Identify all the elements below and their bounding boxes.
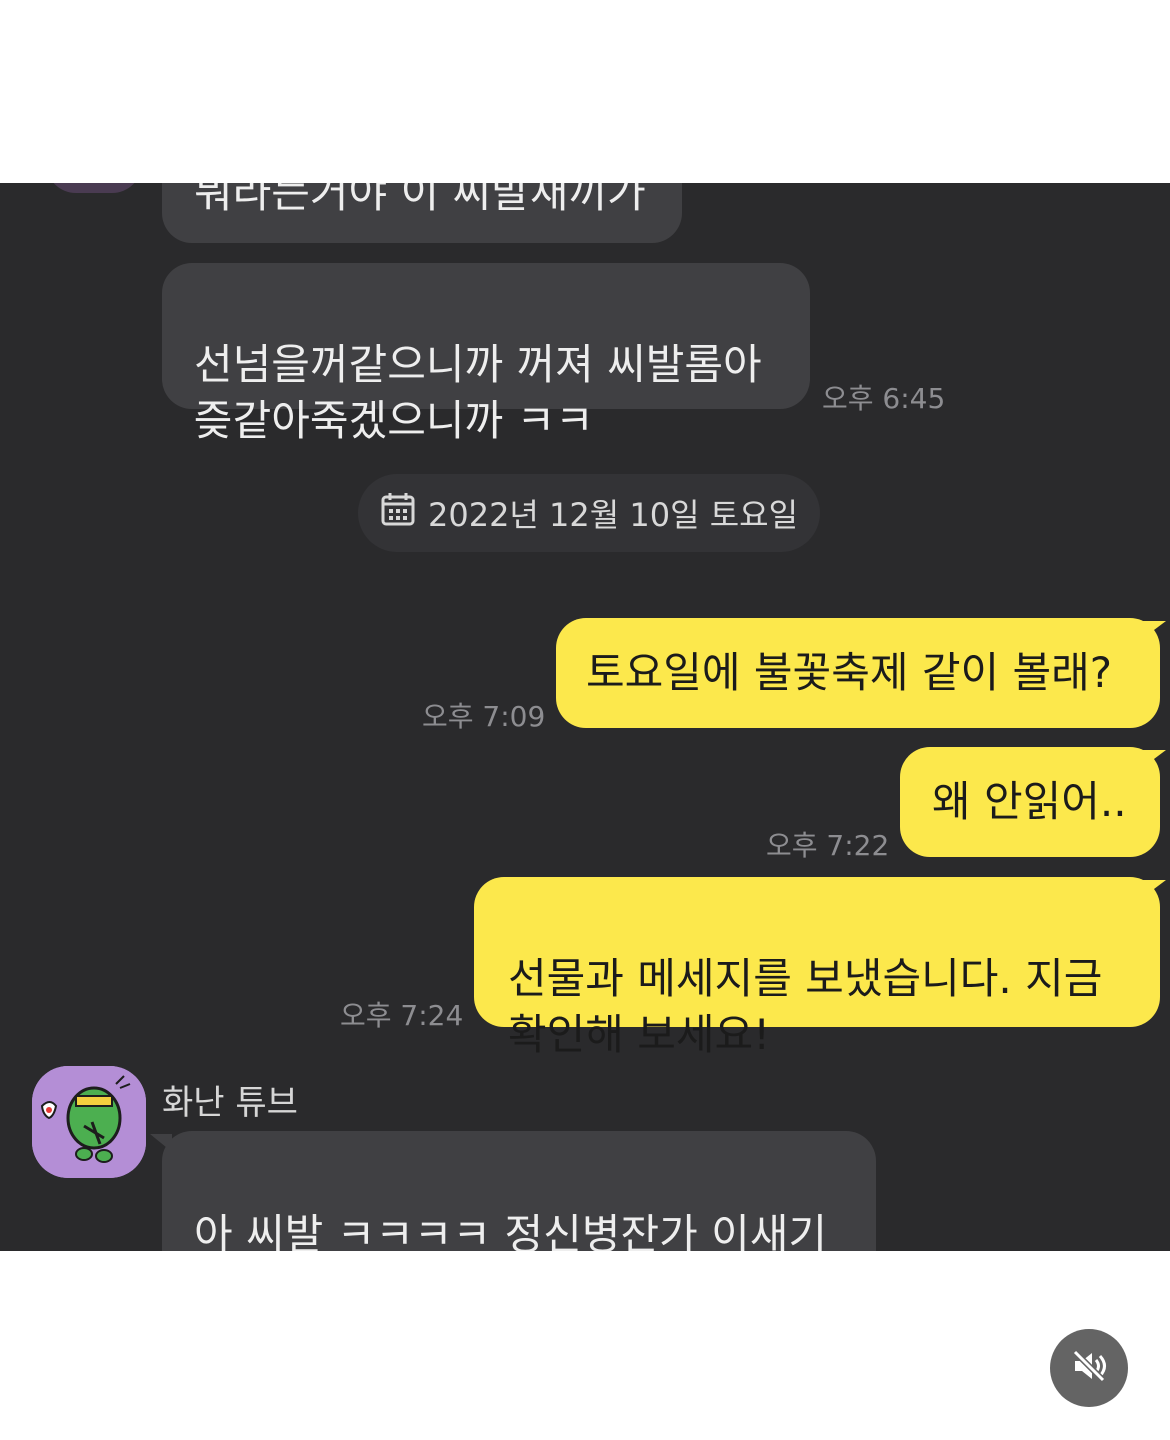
- chat-area: 뭐라는거야 이 씨발새끼가 선넘을꺼같으니까 꺼져 씨발롬아 즞같아죽겠으니까 …: [0, 183, 1170, 1251]
- sender-avatar[interactable]: [32, 1066, 146, 1178]
- avatar-partial[interactable]: [46, 183, 142, 193]
- angry-tube-avatar: [32, 1066, 146, 1178]
- message-time: 오후 7:22: [766, 829, 890, 862]
- sender-name: 화난 튜브: [162, 1083, 298, 1123]
- speaker-muted-icon: [1069, 1346, 1109, 1390]
- message-time: 오후 7:09: [422, 700, 546, 733]
- mute-button[interactable]: [1050, 1329, 1128, 1407]
- message-text: 선물과 메세지를 보냈습니다. 지금 확인해 보세요!: [508, 954, 1103, 1059]
- message-bubble-incoming[interactable]: 뭐라는거야 이 씨발새끼가: [162, 183, 682, 243]
- message-bubble-outgoing[interactable]: 토요일에 불꽃축제 같이 볼래?: [556, 618, 1160, 728]
- message-text: 뭐라는거야 이 씨발새끼가: [194, 183, 646, 217]
- message-bubble-incoming[interactable]: 선넘을꺼같으니까 꺼져 씨발롬아 즞같아죽겠으니까 ㅋㅋ: [162, 263, 810, 445]
- bubble-tail: [1142, 880, 1166, 898]
- message-bubble-outgoing[interactable]: 선물과 메세지를 보냈습니다. 지금 확인해 보세요!: [474, 877, 1160, 1059]
- date-text: 2022년 12월 10일 토요일: [427, 496, 799, 534]
- bubble-tail: [150, 1134, 172, 1152]
- message-bubble-outgoing[interactable]: 왜 안읽어..: [900, 747, 1160, 857]
- bubble-tail: [1142, 750, 1166, 768]
- message-text: 아 씨발 ㅋㅋㅋㅋ 정신병잔가 이새기 진심으로 ㅋㅋ: [194, 1210, 828, 1251]
- message-time: 오후 6:45: [822, 382, 946, 415]
- message-time: 오후 7:24: [340, 999, 464, 1032]
- message-text: 선넘을꺼같으니까 꺼져 씨발롬아 즞같아죽겠으니까 ㅋㅋ: [194, 340, 762, 445]
- calendar-icon: [380, 491, 416, 535]
- message-bubble-incoming[interactable]: 아 씨발 ㅋㅋㅋㅋ 정신병잔가 이새기 진심으로 ㅋㅋ: [162, 1131, 876, 1251]
- bubble-tail: [1142, 621, 1166, 639]
- message-text: 토요일에 불꽃축제 같이 볼래?: [586, 648, 1113, 697]
- date-separator: 2022년 12월 10일 토요일: [358, 474, 820, 552]
- message-text: 왜 안읽어..: [932, 777, 1127, 826]
